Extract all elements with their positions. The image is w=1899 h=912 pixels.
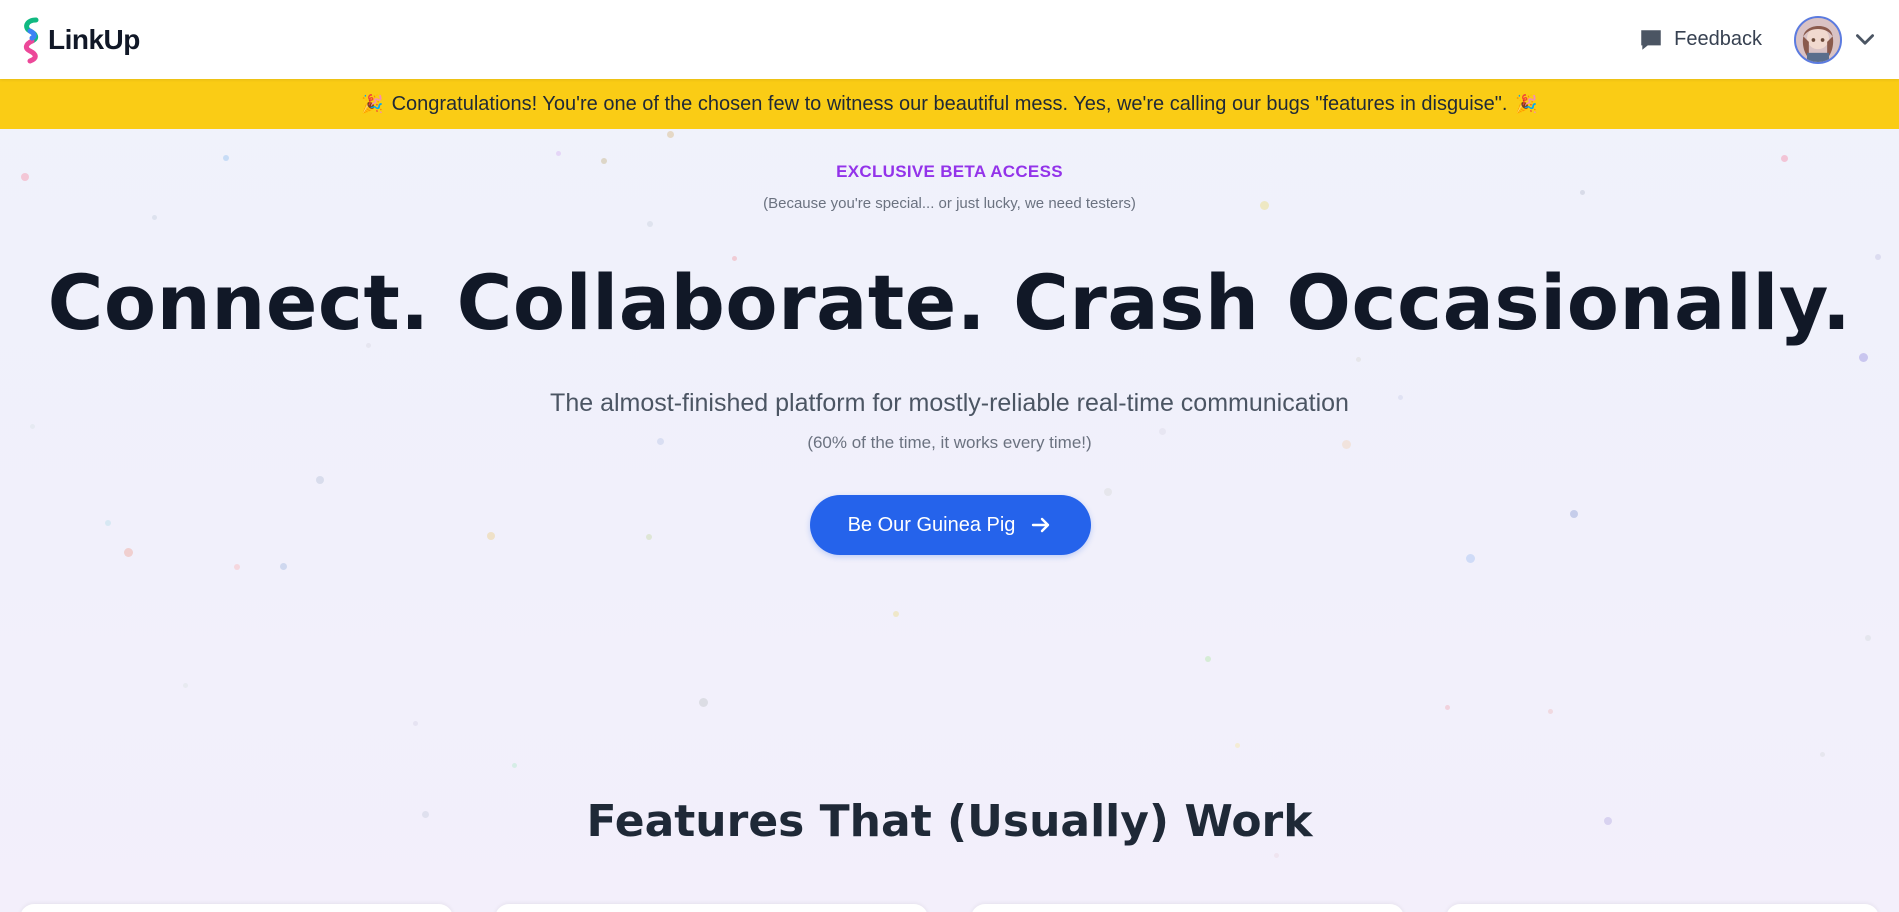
- top-navbar: LinkUp Feedback: [0, 0, 1899, 79]
- beta-eyebrow: EXCLUSIVE BETA ACCESS: [836, 162, 1063, 181]
- cta-label: Be Our Guinea Pig: [847, 513, 1016, 536]
- confetti-dot: [893, 611, 899, 617]
- confetti-dot: [124, 548, 133, 557]
- confetti-dot: [647, 221, 653, 227]
- confetti-dot: [1445, 705, 1450, 710]
- feature-card[interactable]: [1446, 904, 1879, 912]
- linkup-logo-icon: [23, 17, 39, 63]
- user-avatar[interactable]: [1794, 15, 1842, 64]
- confetti-dot: [1466, 554, 1475, 563]
- features-title: Features That (Usually) Work: [586, 796, 1313, 847]
- confetti-dot: [105, 520, 111, 526]
- party-popper-icon: 🎉: [1515, 93, 1538, 114]
- party-popper-icon: 🎉: [361, 93, 384, 114]
- confetti-dot: [234, 564, 240, 570]
- cta-button[interactable]: Be Our Guinea Pig: [810, 495, 1091, 555]
- confetti-dot: [152, 215, 157, 220]
- confetti-dot: [1356, 357, 1361, 362]
- hero-subheadline: The almost-finished platform for mostly-…: [550, 389, 1349, 417]
- confetti-dot: [1570, 510, 1578, 518]
- feature-card[interactable]: [495, 904, 928, 912]
- hero-headline: Connect. Collaborate. Crash Occasionally…: [47, 258, 1852, 347]
- chevron-down-icon[interactable]: [1852, 27, 1878, 53]
- confetti-dot: [699, 698, 708, 707]
- brand-name: LinkUp: [48, 23, 140, 55]
- confetti-dot: [223, 155, 229, 161]
- confetti-dot: [487, 532, 495, 540]
- brand-logo[interactable]: LinkUp: [20, 16, 140, 64]
- feedback-button[interactable]: Feedback: [1638, 27, 1762, 53]
- hero-subnote: (60% of the time, it works every time!): [807, 433, 1092, 452]
- confetti-dot: [183, 683, 188, 688]
- avatar-image: [1796, 17, 1840, 62]
- confetti-dot: [512, 763, 517, 768]
- confetti-dot: [1865, 635, 1871, 641]
- beta-banner: 🎉 Congratulations! You're one of the cho…: [0, 79, 1899, 129]
- confetti-dot: [280, 563, 287, 570]
- confetti-dot: [556, 151, 561, 156]
- feature-card[interactable]: [20, 904, 453, 912]
- confetti-dot: [1859, 353, 1868, 362]
- feedback-label: Feedback: [1674, 28, 1762, 50]
- confetti-dot: [316, 476, 324, 484]
- header-actions: Feedback: [1638, 15, 1878, 64]
- confetti-dot: [1548, 709, 1553, 714]
- feature-card[interactable]: [971, 904, 1404, 912]
- confetti-dot: [1235, 743, 1240, 748]
- beta-eyebrow-subtext: (Because you're special... or just lucky…: [763, 195, 1136, 212]
- confetti-dot: [667, 131, 674, 138]
- banner-message: Congratulations! You're one of the chose…: [391, 92, 1508, 115]
- confetti-dot: [1781, 155, 1788, 162]
- chat-bubble-icon: [1641, 29, 1661, 50]
- landing-page: LinkUp Feedback 🎉 Congratulations! You'r…: [0, 0, 1899, 912]
- confetti-dot: [1820, 752, 1825, 757]
- arrow-right-icon: [1032, 517, 1050, 533]
- confetti-dot: [1104, 488, 1112, 496]
- confetti-dot: [30, 424, 35, 429]
- confetti-dot: [1205, 656, 1211, 662]
- confetti-dot: [646, 534, 652, 540]
- confetti-dot: [1274, 853, 1279, 858]
- confetti-dot: [413, 721, 418, 726]
